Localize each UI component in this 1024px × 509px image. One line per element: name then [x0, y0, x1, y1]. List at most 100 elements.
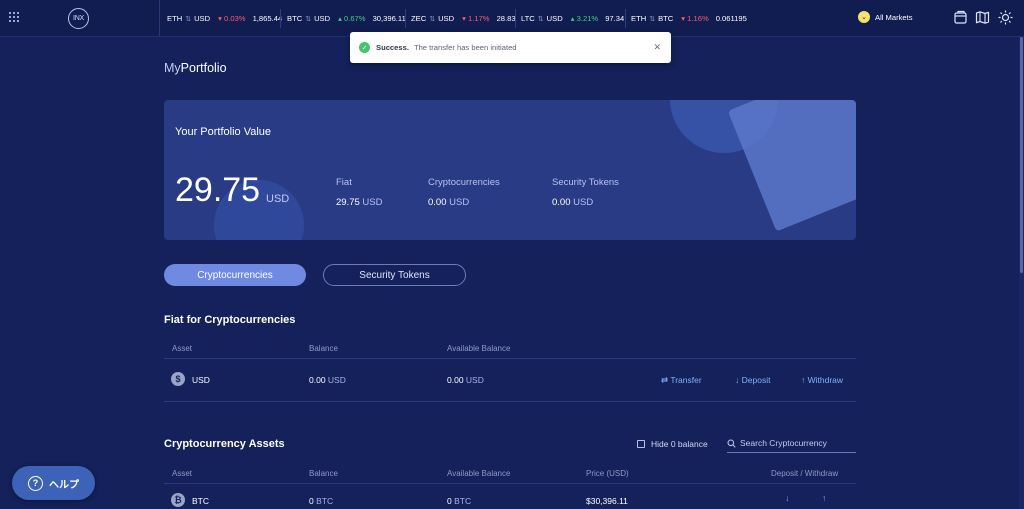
tab-security-tokens[interactable]: Security Tokens [323, 264, 466, 286]
ticker-eth-usd[interactable]: ETH ⇅ USD ▾ 0.03% 1,865.44 [167, 0, 282, 37]
ticker-quote: USD [194, 14, 211, 23]
chevron-down-icon: ⌄ [858, 11, 870, 23]
ticker-change: ▴ 3.21% [570, 14, 599, 23]
ticker-change: ▾ 1.17% [462, 14, 490, 23]
divider [164, 483, 856, 484]
ticker-quote: USD [438, 14, 455, 23]
page-title: MyPortfolio [164, 61, 227, 75]
search-input[interactable] [740, 438, 850, 448]
column-header: Asset [172, 469, 193, 478]
column-header: Balance [309, 469, 338, 478]
ticker-base: ETH [631, 14, 647, 23]
hide-zero-label: Hide 0 balance [651, 439, 708, 449]
search-icon [727, 439, 736, 448]
toast-message: The transfer has been initiated [413, 43, 517, 52]
column-header: Asset [172, 344, 193, 353]
all-markets-label: All Markets [875, 12, 913, 22]
price-value: $30,396.11 [586, 496, 628, 506]
map-icon[interactable] [975, 10, 990, 25]
stat-label: Fiat [336, 177, 352, 188]
page-scrollbar[interactable] [1019, 37, 1024, 509]
column-header: Available Balance [447, 469, 511, 478]
scrollbar-thumb[interactable] [1020, 37, 1023, 273]
available-balance-value: 0 BTC [447, 496, 472, 506]
wallet-icon[interactable] [953, 10, 968, 25]
btc-coin-icon: ₿ [171, 493, 185, 507]
balance-value: 0 BTC [309, 496, 334, 506]
column-header: Balance [309, 344, 338, 353]
ticker-base: BTC [287, 14, 303, 23]
portfolio-value-card: Your Portfolio Value 29.75 USD Fiat 29.7… [164, 100, 856, 240]
asset-name: USD [192, 375, 210, 385]
stat-security-tokens: Security Tokens 0.00 USD [552, 177, 619, 208]
checkbox[interactable] [637, 440, 645, 448]
usd-coin-icon: $ [171, 372, 185, 386]
apps-grid-icon[interactable] [9, 12, 20, 23]
crypto-section-title: Cryptocurrency Assets [164, 438, 285, 450]
portfolio-total-value: 29.75 [175, 171, 261, 209]
ticker-divider [280, 9, 281, 28]
balance-value: 0.00 USD [309, 375, 346, 385]
deposit-arrow-down-icon[interactable]: ↓ [785, 493, 789, 503]
sun-icon[interactable] [998, 10, 1013, 25]
stat-label: Cryptocurrencies [428, 177, 500, 188]
ticker-price: 0.061195 [715, 14, 747, 23]
deposit-button[interactable]: ↓ Deposit [735, 375, 770, 385]
table-row: $ USD 0.00 USD 0.00 USD ⇄ Transfer ↓ Dep… [164, 372, 856, 390]
withdraw-button[interactable]: ↑ Withdraw [801, 375, 843, 385]
swap-icon: ⇅ [305, 15, 312, 23]
ticker-price: 30,396.11 [372, 14, 406, 23]
ticker-price: 97.34 [605, 14, 625, 23]
stat-value: 0.00 USD [428, 197, 470, 208]
help-button[interactable]: ? ヘルプ [12, 466, 95, 500]
withdraw-arrow-up-icon[interactable]: ↑ [822, 493, 826, 503]
portfolio-label: Your Portfolio Value [175, 126, 272, 138]
ticker-change: ▴ 0.67% [338, 14, 366, 23]
ticker-divider [515, 9, 516, 28]
ticker-divider [405, 9, 406, 28]
all-markets-dropdown[interactable]: ⌄ All Markets [858, 11, 913, 23]
ticker-change: ▾ 1.16% [681, 14, 709, 23]
column-header: Available Balance [447, 344, 511, 353]
column-header: Price (USD) [586, 469, 629, 478]
asset-name: BTC [192, 496, 209, 506]
swap-icon: ⇅ [429, 15, 436, 23]
ticker-base: ETH [167, 14, 183, 23]
ticker-divider [159, 0, 160, 37]
inx-logo[interactable]: INX [68, 8, 89, 29]
transfer-button[interactable]: ⇄ Transfer [661, 375, 702, 386]
help-label: ヘルプ [49, 479, 79, 491]
crypto-table-header: Asset Balance Available Balance Price (U… [164, 464, 856, 484]
swap-icon: ⇅ [537, 15, 544, 23]
success-toast: ✓ Success. The transfer has been initiat… [350, 32, 671, 63]
ticker-quote: USD [314, 14, 331, 23]
decorative-shape [727, 100, 856, 232]
divider [164, 358, 856, 359]
transfer-icon: ⇄ [661, 375, 669, 385]
ticker-base: LTC [521, 14, 535, 23]
fiat-section-title: Fiat for Cryptocurrencies [164, 314, 296, 326]
question-icon: ? [28, 475, 43, 491]
toast-title: Success. [376, 43, 409, 52]
swap-icon: ⇅ [185, 15, 192, 23]
page-title-prefix: My [164, 61, 181, 75]
check-icon: ✓ [359, 42, 370, 53]
ticker-price: 28.83 [496, 14, 516, 23]
stat-cryptocurrencies: Cryptocurrencies 0.00 USD [428, 177, 500, 208]
table-row: ₿ BTC 0 BTC 0 BTC $30,396.11 ↓ ↑ [164, 493, 856, 509]
ticker-quote: BTC [658, 14, 674, 23]
page-title-main: Portfolio [180, 61, 227, 75]
tab-cryptocurrencies[interactable]: Cryptocurrencies [164, 264, 306, 286]
stat-fiat: Fiat 29.75 USD [336, 177, 382, 208]
column-header: Deposit / Withdraw [771, 469, 839, 478]
swap-icon: ⇅ [649, 15, 656, 23]
search-cryptocurrency[interactable] [727, 434, 856, 453]
ticker-change: ▾ 0.03% [218, 14, 246, 23]
available-balance-value: 0.00 USD [447, 375, 484, 385]
ticker-quote: USD [546, 14, 563, 23]
hide-zero-balance-checkbox[interactable]: Hide 0 balance [637, 439, 708, 449]
ticker-price: 1,865.44 [252, 14, 283, 23]
portfolio-total-unit: USD [266, 193, 290, 205]
ticker-divider [625, 9, 626, 28]
close-icon[interactable]: ✕ [653, 42, 661, 53]
